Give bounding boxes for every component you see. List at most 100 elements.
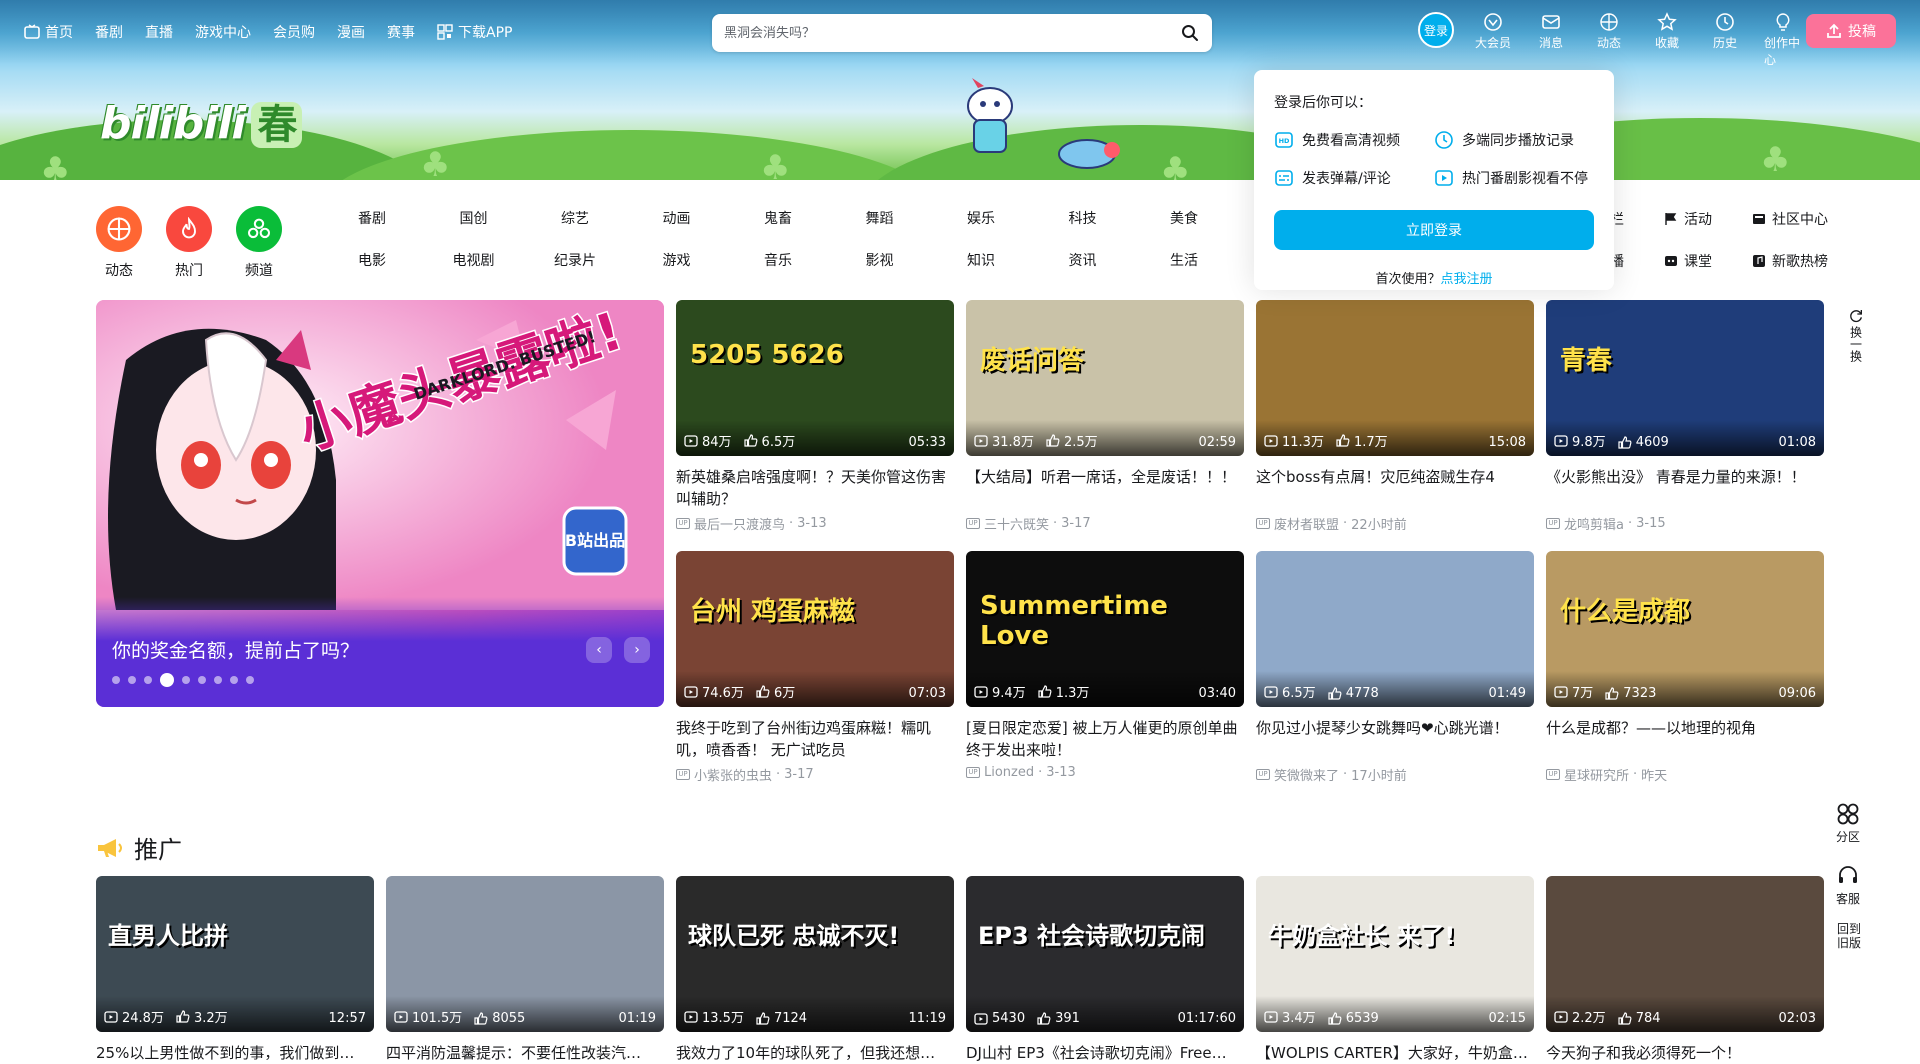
video-thumbnail[interactable]: 101.5万 8055 01:19: [386, 876, 664, 1032]
video-title[interactable]: 【WOLPIS CARTER】大家好，牛奶盒…: [1256, 1042, 1534, 1064]
channel-link[interactable]: 影视: [849, 250, 910, 272]
video-thumbnail[interactable]: 6.5万 4778 01:49: [1256, 551, 1534, 707]
old-version-button[interactable]: 回到旧版: [1836, 922, 1862, 950]
channel-link[interactable]: 纪录片: [545, 250, 605, 272]
channel-link[interactable]: 动画: [646, 208, 707, 230]
video-title[interactable]: 【大结局】听君一席话，全是废话！！！: [966, 466, 1244, 510]
video-title[interactable]: 四平消防温馨提示：不要任性改装汽…: [386, 1042, 664, 1064]
nav-download-app[interactable]: 下载APP: [437, 22, 512, 42]
login-now-button[interactable]: 立即登录: [1274, 210, 1594, 250]
nav-home[interactable]: 首页: [24, 22, 73, 42]
channel-channels[interactable]: 频道: [229, 206, 289, 280]
video-card[interactable]: 5205 5626 84万 6.5万 05:33 新英雄桑启啥强度啊！？天美你管这伤害叫…: [676, 300, 954, 533]
channel-link[interactable]: 舞蹈: [849, 208, 910, 230]
register-link[interactable]: 点我注册: [1441, 272, 1493, 287]
video-title[interactable]: 什么是成都？——以地理的视角: [1546, 717, 1824, 761]
channel-link[interactable]: 综艺: [545, 208, 605, 230]
login-avatar-button[interactable]: 登录: [1418, 12, 1454, 48]
channel-link[interactable]: 知识: [951, 250, 1011, 272]
uploader-name[interactable]: 最后一只渡渡鸟: [694, 514, 785, 533]
carousel-dot[interactable]: [246, 676, 254, 684]
carousel-dot[interactable]: [160, 673, 174, 687]
channel-link[interactable]: 美食: [1154, 208, 1214, 230]
carousel-next-button[interactable]: ›: [624, 637, 650, 663]
video-title[interactable]: 25%以上男性做不到的事，我们做到…: [96, 1042, 374, 1064]
channel-hot[interactable]: 热门: [159, 206, 219, 280]
nav-mall[interactable]: 会员购: [273, 22, 315, 42]
video-card[interactable]: 6.5万 4778 01:49 你见过小提琴少女跳舞吗❤心跳光谱！ UP 笑微微来了 · 17…: [1256, 551, 1534, 784]
banner-carousel[interactable]: 小魔头暴露啦! DARKLORD. BUSTED! B站出品 你的奖金名额，提前…: [96, 300, 664, 707]
video-card[interactable]: 废话问答 31.8万 2.5万 02:59 【大结局】听君一席话，全是废话！！！ UP 三十…: [966, 300, 1244, 533]
video-thumbnail[interactable]: EP3 社会诗歌切克闹 5430 391 01:17:60: [966, 876, 1244, 1032]
channel-link[interactable]: 电影: [342, 250, 402, 272]
carousel-title[interactable]: 你的奖金名额，提前占了吗？: [112, 636, 359, 663]
nav-vip[interactable]: 大会员: [1474, 12, 1512, 51]
video-title[interactable]: 《火影熊出没》 青春是力量的来源！！: [1546, 466, 1824, 510]
carousel-dot[interactable]: [214, 676, 222, 684]
nav-game-center[interactable]: 游戏中心: [195, 22, 251, 42]
channel-link[interactable]: 番剧: [342, 208, 402, 230]
promo-card[interactable]: 直男人比拼 24.8万 3.2万 12:57 25%以上男性做不到的事，我们做到…: [96, 876, 374, 1064]
uploader-name[interactable]: 小紫张的虫虫: [694, 765, 772, 784]
nav-bangumi[interactable]: 番剧: [95, 22, 123, 42]
channel-link[interactable]: 鬼畜: [748, 208, 808, 230]
video-title[interactable]: 我效力了10年的球队死了，但我还想…: [676, 1042, 954, 1064]
channel-activity[interactable]: 活动: [1664, 208, 1744, 230]
video-thumbnail[interactable]: 直男人比拼 24.8万 3.2万 12:57: [96, 876, 374, 1032]
video-card[interactable]: 11.3万 1.7万 15:08 这个boss有点屑！灾厄纯盗贼生存4 UP 废材者联盟 ·…: [1256, 300, 1534, 533]
video-thumbnail[interactable]: 废话问答 31.8万 2.5万 02:59: [966, 300, 1244, 456]
video-thumbnail[interactable]: 什么是成都 7万 7323 09:06: [1546, 551, 1824, 707]
uploader-name[interactable]: 三十六既笑: [984, 514, 1049, 533]
channel-link[interactable]: 国创: [443, 208, 504, 230]
carousel-dot[interactable]: [144, 676, 152, 684]
uploader-name[interactable]: 笑微微来了: [1274, 765, 1339, 784]
nav-manga[interactable]: 漫画: [337, 22, 365, 42]
video-thumbnail[interactable]: 5205 5626 84万 6.5万 05:33: [676, 300, 954, 456]
channel-link[interactable]: 电视剧: [443, 250, 504, 272]
promo-card[interactable]: 101.5万 8055 01:19 四平消防温馨提示：不要任性改装汽…: [386, 876, 664, 1064]
video-title[interactable]: 我终于吃到了台州街边鸡蛋麻糍！糯叽叽，喷香香！ 无广试吃员: [676, 717, 954, 761]
video-card[interactable]: 什么是成都 7万 7323 09:06 什么是成都？——以地理的视角 UP 星球研究所 · 昨天: [1546, 551, 1824, 784]
nav-creator-center[interactable]: 创作中心: [1764, 12, 1802, 68]
channel-class[interactable]: 课堂: [1664, 250, 1744, 272]
video-title[interactable]: 这个boss有点屑！灾厄纯盗贼生存4: [1256, 466, 1534, 510]
video-title[interactable]: 你见过小提琴少女跳舞吗❤心跳光谱！: [1256, 717, 1534, 761]
carousel-dot[interactable]: [112, 676, 120, 684]
nav-history[interactable]: 历史: [1706, 12, 1744, 51]
video-card[interactable]: 青春 9.8万 4609 01:08 《火影熊出没》 青春是力量的来源！！ UP 龙鸣剪辑a…: [1546, 300, 1824, 533]
channel-link[interactable]: 科技: [1052, 208, 1113, 230]
nav-message[interactable]: 消息: [1532, 12, 1570, 51]
video-title[interactable]: DJ山村 EP3《社会诗歌切克闹》Free…: [966, 1042, 1244, 1064]
video-title[interactable]: 新英雄桑启啥强度啊！？天美你管这伤害叫辅助？: [676, 466, 954, 510]
upload-button[interactable]: 投稿: [1806, 14, 1896, 48]
video-thumbnail[interactable]: 2.2万 784 02:03: [1546, 876, 1824, 1032]
uploader-name[interactable]: 废材者联盟: [1274, 514, 1339, 533]
promo-card[interactable]: EP3 社会诗歌切克闹 5430 391 01:17:60 DJ山村 EP3《社会诗歌切…: [966, 876, 1244, 1064]
video-thumbnail[interactable]: 牛奶盒社长 来了! 3.4万 6539 02:15: [1256, 876, 1534, 1032]
search-icon[interactable]: [1180, 23, 1200, 43]
video-card[interactable]: 台州 鸡蛋麻糍 74.6万 6万 07:03 我终于吃到了台州街边鸡蛋麻糍！糯叽叽，喷香…: [676, 551, 954, 784]
channel-link[interactable]: 音乐: [748, 250, 808, 272]
video-thumbnail[interactable]: 11.3万 1.7万 15:08: [1256, 300, 1534, 456]
video-thumbnail[interactable]: 球队已死 忠诚不灭! 13.5万 7124 11:19: [676, 876, 954, 1032]
search-input[interactable]: [724, 25, 1180, 41]
channel-dynamic[interactable]: 动态: [89, 206, 149, 280]
uploader-name[interactable]: 龙鸣剪辑a: [1564, 514, 1624, 533]
uploader-name[interactable]: Lionzed: [984, 765, 1034, 780]
carousel-dot[interactable]: [128, 676, 136, 684]
nav-dynamic[interactable]: 动态: [1590, 12, 1628, 51]
channel-link[interactable]: 生活: [1154, 250, 1214, 272]
video-title[interactable]: 今天狗子和我必须得死一个！: [1546, 1042, 1824, 1064]
channel-link[interactable]: 资讯: [1052, 250, 1113, 272]
carousel-dot[interactable]: [182, 676, 190, 684]
nav-esports[interactable]: 赛事: [387, 22, 415, 42]
bilibili-logo[interactable]: bilibili 春: [100, 92, 303, 150]
video-thumbnail[interactable]: Summertime Love 9.4万 1.3万 03:40: [966, 551, 1244, 707]
carousel-prev-button[interactable]: ‹: [586, 637, 612, 663]
promo-card[interactable]: 2.2万 784 02:03 今天狗子和我必须得死一个！: [1546, 876, 1824, 1064]
video-thumbnail[interactable]: 青春 9.8万 4609 01:08: [1546, 300, 1824, 456]
channel-community[interactable]: 社区中心: [1752, 208, 1852, 230]
channel-link[interactable]: 游戏: [646, 250, 707, 272]
channel-music-chart[interactable]: 新歌热榜: [1752, 250, 1852, 272]
video-card[interactable]: Summertime Love 9.4万 1.3万 03:40 [夏日限定恋爱] 被上万…: [966, 551, 1244, 780]
